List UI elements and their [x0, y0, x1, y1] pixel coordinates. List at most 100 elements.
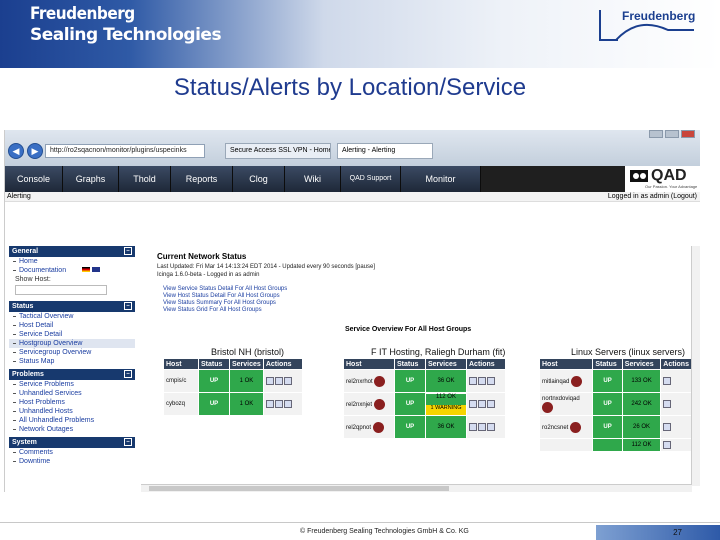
collapse-icon[interactable]: –: [124, 370, 132, 378]
host-detail-icon[interactable]: [478, 400, 486, 408]
host-name[interactable]: rel2qpnot: [344, 416, 394, 438]
address-bar[interactable]: http://ro2sqacnon/monitor/plugins/uspeci…: [45, 144, 205, 158]
map-icon[interactable]: [487, 423, 495, 431]
sidebar-item-all-unhandled[interactable]: All Unhandled Problems: [9, 416, 135, 425]
show-host-input[interactable]: [15, 285, 107, 295]
sidebar-item-service-problems[interactable]: Service Problems: [9, 380, 135, 389]
sidebar-item-comments[interactable]: Comments: [9, 448, 135, 457]
host-name[interactable]: rel2nxnjet: [344, 393, 394, 415]
flag-de-icon[interactable]: [82, 267, 91, 272]
group-title-fit[interactable]: F IT Hosting, Raliegh Durham (fit): [371, 347, 505, 357]
sidebar-item-documentation[interactable]: Documentation: [9, 266, 135, 275]
horizontal-scrollbar[interactable]: [141, 484, 692, 492]
sidebar-section-problems[interactable]: Problems –: [9, 369, 135, 380]
nav-monitor[interactable]: Monitor: [401, 166, 481, 192]
status-badge[interactable]: UP: [395, 370, 425, 392]
host-detail-icon[interactable]: [274, 400, 283, 408]
sidebar-item-unhandled-hosts[interactable]: Unhandled Hosts: [9, 407, 135, 416]
sidebar-item-tactical-overview[interactable]: Tactical Overview: [9, 312, 135, 321]
nav-thold[interactable]: Thold: [119, 166, 171, 192]
map-icon[interactable]: [487, 400, 495, 408]
service-detail-icon[interactable]: [469, 400, 477, 408]
service-count[interactable]: 112 OK: [622, 439, 661, 451]
back-icon[interactable]: ◀: [8, 143, 24, 159]
minimize-icon[interactable]: [649, 130, 663, 138]
sidebar-section-system[interactable]: System –: [9, 437, 135, 448]
host-detail-icon[interactable]: [274, 377, 283, 385]
status-badge[interactable]: UP: [199, 370, 229, 392]
logged-in-text[interactable]: Logged in as admin (Logout): [608, 192, 697, 202]
sidebar-item-status-map[interactable]: Status Map: [9, 357, 135, 366]
nav-console[interactable]: Console: [5, 166, 63, 192]
sidebar-item-unhandled-services[interactable]: Unhandled Services: [9, 389, 135, 398]
sidebar-item-host-detail[interactable]: Host Detail: [9, 321, 135, 330]
group-title-linux[interactable]: Linux Servers (linux servers): [571, 347, 685, 357]
nav-qad-support[interactable]: QAD Support: [341, 166, 401, 192]
service-count-warning[interactable]: 1 WARNING: [426, 404, 466, 415]
status-badge[interactable]: UP: [593, 393, 622, 415]
link-host-status-detail[interactable]: View Host Status Detail For All Host Gro…: [163, 293, 280, 299]
sidebar-item-servicegroup-overview[interactable]: Servicegroup Overview: [9, 348, 135, 357]
nav-wiki[interactable]: Wiki: [285, 166, 341, 192]
map-icon[interactable]: [283, 400, 292, 408]
map-icon[interactable]: [487, 377, 495, 385]
status-badge[interactable]: UP: [395, 416, 425, 438]
close-icon[interactable]: [681, 130, 695, 138]
service-detail-icon[interactable]: [265, 400, 274, 408]
sidebar-item-downtime[interactable]: Downtime: [9, 457, 135, 466]
nav-graphs[interactable]: Graphs: [63, 166, 119, 192]
link-status-grid[interactable]: View Status Grid For All Host Groups: [163, 307, 262, 313]
service-count[interactable]: 36 OK: [426, 370, 466, 392]
tab-secure-access[interactable]: Secure Access SSL VPN - Home: [225, 143, 331, 159]
host-name[interactable]: ro2ncsnet: [540, 416, 593, 438]
sidebar-item-host-problems[interactable]: Host Problems: [9, 398, 135, 407]
collapse-icon[interactable]: –: [124, 438, 132, 446]
service-count[interactable]: 1 OK: [230, 370, 263, 392]
host-name[interactable]: cybozq: [164, 393, 198, 415]
tab-alerting[interactable]: Alerting - Alerting: [337, 143, 433, 159]
vertical-scrollbar[interactable]: [691, 246, 700, 486]
service-detail-icon[interactable]: [663, 423, 672, 431]
service-count[interactable]: 242 OK: [622, 393, 661, 415]
service-detail-icon[interactable]: [469, 377, 477, 385]
nav-reports[interactable]: Reports: [171, 166, 233, 192]
host-name[interactable]: mitlainqad: [540, 370, 593, 392]
group-title-bristol[interactable]: Bristol NH (bristol): [211, 347, 284, 357]
host-name[interactable]: nortnxdoviqad: [540, 393, 593, 415]
service-count-ok[interactable]: 112 OK: [426, 393, 466, 405]
host-name[interactable]: [540, 439, 593, 451]
status-badge[interactable]: UP: [593, 416, 622, 438]
status-badge[interactable]: UP: [395, 393, 425, 415]
host-detail-icon[interactable]: [478, 377, 486, 385]
link-service-status-detail[interactable]: View Service Status Detail For All Host …: [163, 286, 287, 292]
forward-icon[interactable]: ▶: [27, 143, 43, 159]
service-detail-icon[interactable]: [663, 441, 672, 449]
maximize-icon[interactable]: [665, 130, 679, 138]
service-count[interactable]: 36 OK: [426, 416, 466, 438]
host-detail-icon[interactable]: [478, 423, 486, 431]
host-name[interactable]: rel2nxrhot: [344, 370, 394, 392]
service-detail-icon[interactable]: [469, 423, 477, 431]
service-detail-icon[interactable]: [663, 400, 672, 408]
sidebar-item-network-outages[interactable]: Network Outages: [9, 425, 135, 434]
sidebar-section-status[interactable]: Status –: [9, 301, 135, 312]
sidebar-section-general[interactable]: General –: [9, 246, 135, 257]
flag-uk-icon[interactable]: [92, 267, 100, 272]
sidebar-item-home[interactable]: Home: [9, 257, 135, 266]
status-badge[interactable]: [593, 439, 622, 451]
service-count[interactable]: 26 OK: [622, 416, 661, 438]
status-badge[interactable]: UP: [593, 370, 622, 392]
host-name[interactable]: cmpis/c: [164, 370, 198, 392]
scrollbar-thumb[interactable]: [149, 486, 449, 491]
collapse-icon[interactable]: –: [124, 302, 132, 310]
service-count[interactable]: 133 OK: [622, 370, 661, 392]
map-icon[interactable]: [283, 377, 292, 385]
service-detail-icon[interactable]: [663, 377, 672, 385]
sidebar-item-hostgroup-overview[interactable]: Hostgroup Overview: [9, 339, 135, 348]
status-badge[interactable]: UP: [199, 393, 229, 415]
service-detail-icon[interactable]: [265, 377, 274, 385]
service-count[interactable]: 1 OK: [230, 393, 263, 415]
collapse-icon[interactable]: –: [124, 247, 132, 255]
link-status-summary[interactable]: View Status Summary For All Host Groups: [163, 300, 276, 306]
sidebar-item-service-detail[interactable]: Service Detail: [9, 330, 135, 339]
